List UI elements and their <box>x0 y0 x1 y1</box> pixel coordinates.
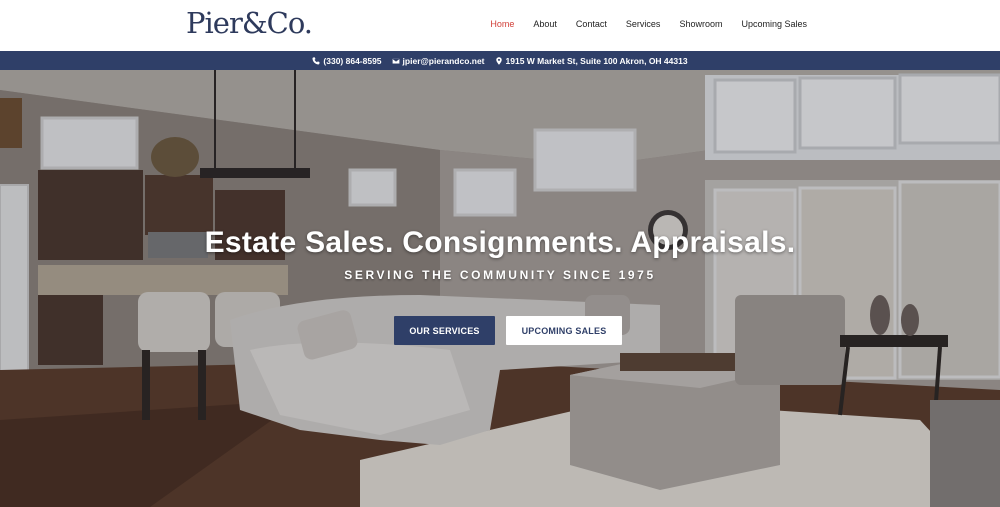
phone-info[interactable]: (330) 864-8595 <box>312 55 382 66</box>
map-pin-icon <box>495 56 502 65</box>
contact-info-bar: (330) 864-8595 jpier@pierandco.net 1915 … <box>0 51 1000 70</box>
envelope-icon <box>391 57 400 64</box>
hero-section: Estate Sales. Consignments. Appraisals. … <box>0 70 1000 507</box>
phone-number: (330) 864-8595 <box>323 55 382 66</box>
hero-overlay <box>0 70 1000 507</box>
hero-title: Estate Sales. Consignments. Appraisals. <box>204 226 796 259</box>
nav-home[interactable]: Home <box>490 19 514 29</box>
nav-about[interactable]: About <box>533 19 557 29</box>
phone-icon <box>312 56 320 64</box>
nav-services[interactable]: Services <box>626 19 661 29</box>
nav-showroom[interactable]: Showroom <box>679 19 722 29</box>
address-info[interactable]: 1915 W Market St, Suite 100 Akron, OH 44… <box>495 56 688 66</box>
site-logo[interactable]: Pier&Co. <box>186 6 313 40</box>
nav-upcoming-sales[interactable]: Upcoming Sales <box>741 19 807 29</box>
email-address: jpier@pierandco.net <box>402 55 485 66</box>
our-services-button[interactable]: OUR SERVICES <box>394 316 495 345</box>
site-header: Pier&Co. Home About Contact Services Sho… <box>0 0 1000 51</box>
hero-subtitle: SERVING THE COMMUNITY SINCE 1975 <box>344 268 656 282</box>
street-address: 1915 W Market St, Suite 100 Akron, OH 44… <box>505 55 688 66</box>
email-info[interactable]: jpier@pierandco.net <box>391 55 485 66</box>
nav-contact[interactable]: Contact <box>576 19 607 29</box>
upcoming-sales-button[interactable]: UPCOMING SALES <box>506 316 622 345</box>
main-nav: Home About Contact Services Showroom Upc… <box>471 19 807 29</box>
